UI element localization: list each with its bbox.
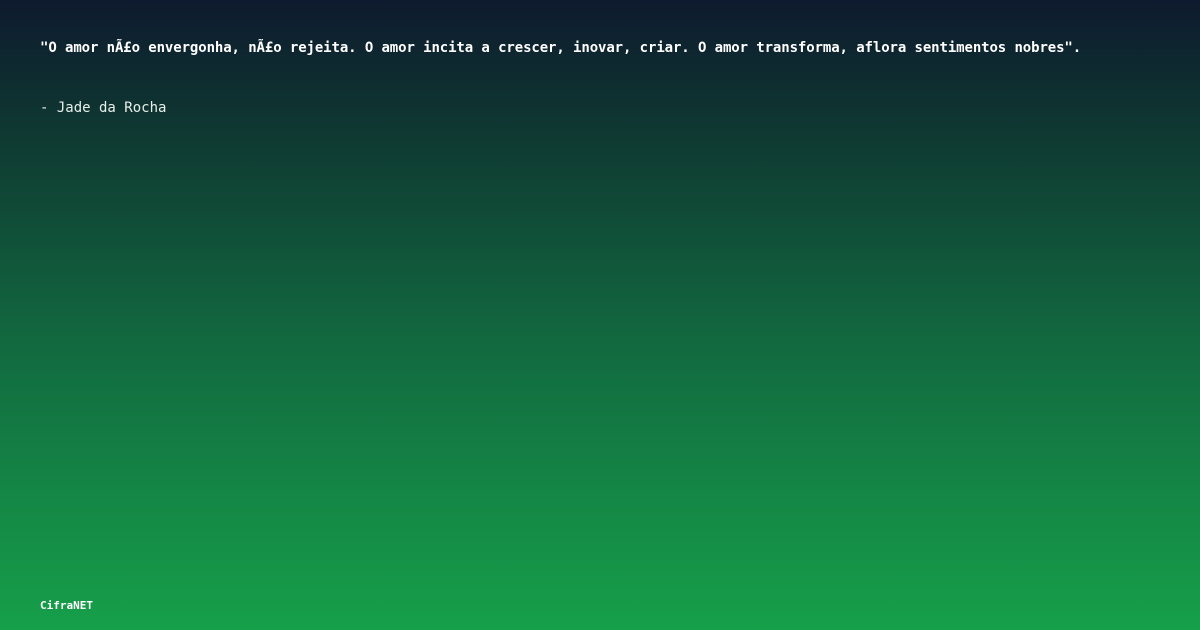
quote-author: - Jade da Rocha [40, 100, 167, 116]
quote-text: "O amor nÃ£o envergonha, nÃ£o rejeita. O… [40, 40, 1082, 56]
quote-card: "O amor nÃ£o envergonha, nÃ£o rejeita. O… [0, 0, 1200, 630]
brand-logo-text: CifraNET [40, 599, 93, 612]
